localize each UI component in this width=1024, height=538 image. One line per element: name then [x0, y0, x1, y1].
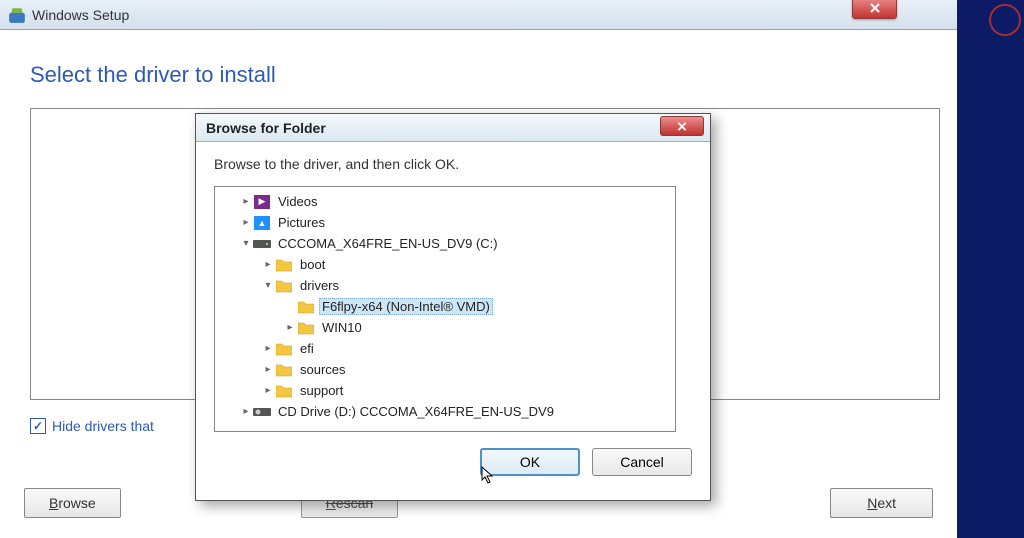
- tree-row[interactable]: ▸ boot: [219, 254, 671, 275]
- tree-node-label: CCCOMA_X64FRE_EN-US_DV9 (C:): [275, 235, 501, 252]
- tree-row[interactable]: ▸ efi: [219, 338, 671, 359]
- drive-icon: [253, 236, 271, 252]
- window-close-button[interactable]: [852, 0, 897, 19]
- videos-icon: ▶: [253, 194, 271, 210]
- folder-icon: [275, 257, 293, 273]
- tree-node-label: CD Drive (D:) CCCOMA_X64FRE_EN-US_DV9: [275, 403, 557, 420]
- tree-row[interactable]: ▾ drivers: [219, 275, 671, 296]
- tree-node-label: Pictures: [275, 214, 328, 231]
- expander-icon[interactable]: ▸: [239, 196, 253, 207]
- browse-button[interactable]: Browse: [24, 488, 121, 518]
- tree-node-label: efi: [297, 340, 317, 357]
- folder-icon: [297, 320, 315, 336]
- tree-row[interactable]: ▸ support: [219, 380, 671, 401]
- expander-icon[interactable]: ▸: [261, 259, 275, 270]
- dialog-title: Browse for Folder: [206, 120, 326, 136]
- folder-icon: [275, 341, 293, 357]
- cd-drive-icon: [253, 404, 271, 420]
- tree-row[interactable]: F6flpy-x64 (Non-Intel® VMD): [219, 296, 671, 317]
- folder-icon: [297, 299, 315, 315]
- tree-node-label: Videos: [275, 193, 321, 210]
- dialog-instruction: Browse to the driver, and then click OK.: [214, 156, 692, 172]
- tree-node-label: boot: [297, 256, 328, 273]
- expander-icon[interactable]: ▸: [239, 406, 253, 417]
- tree-node-label: support: [297, 382, 346, 399]
- tree-node-label: sources: [297, 361, 349, 378]
- hide-drivers-label: Hide drivers that: [52, 418, 154, 434]
- expander-icon[interactable]: ▸: [261, 364, 275, 375]
- tree-row[interactable]: ▾ CCCOMA_X64FRE_EN-US_DV9 (C:): [219, 233, 671, 254]
- browse-folder-dialog: Browse for Folder Browse to the driver, …: [195, 113, 711, 501]
- record-indicator-icon: [989, 4, 1021, 36]
- dialog-close-button[interactable]: [660, 116, 704, 136]
- dialog-buttons: OK Cancel: [214, 448, 692, 476]
- expander-icon[interactable]: ▸: [283, 322, 297, 333]
- tree-row[interactable]: ▸▲Pictures: [219, 212, 671, 233]
- expander-icon[interactable]: ▸: [239, 217, 253, 228]
- tree-node-label: drivers: [297, 277, 342, 294]
- expander-icon[interactable]: ▾: [261, 280, 275, 291]
- tree-row[interactable]: ▸ WIN10: [219, 317, 671, 338]
- folder-icon: [275, 383, 293, 399]
- folder-icon: [275, 278, 293, 294]
- folder-tree[interactable]: ▸▶Videos▸▲Pictures▾CCCOMA_X64FRE_EN-US_D…: [214, 186, 676, 432]
- tree-row[interactable]: ▸ sources: [219, 359, 671, 380]
- expander-icon[interactable]: ▸: [261, 343, 275, 354]
- dialog-body: Browse to the driver, and then click OK.…: [196, 142, 710, 490]
- dialog-title-bar: Browse for Folder: [196, 114, 710, 142]
- next-button[interactable]: Next: [830, 488, 933, 518]
- ok-button[interactable]: OK: [480, 448, 580, 476]
- expander-icon[interactable]: ▸: [261, 385, 275, 396]
- expander-icon[interactable]: ▾: [239, 238, 253, 249]
- cancel-button[interactable]: Cancel: [592, 448, 692, 476]
- pictures-icon: ▲: [253, 215, 271, 231]
- tree-row[interactable]: ▸ CD Drive (D:) CCCOMA_X64FRE_EN-US_DV9: [219, 401, 671, 422]
- title-bar: Windows Setup: [0, 0, 957, 30]
- folder-icon: [275, 362, 293, 378]
- window-title: Windows Setup: [32, 7, 129, 23]
- tree-node-label: WIN10: [319, 319, 365, 336]
- setup-icon: [8, 6, 26, 24]
- page-heading: Select the driver to install: [30, 62, 927, 88]
- tree-node-label: F6flpy-x64 (Non-Intel® VMD): [319, 298, 493, 315]
- hide-drivers-checkbox[interactable]: ✓: [30, 418, 46, 434]
- tree-row[interactable]: ▸▶Videos: [219, 191, 671, 212]
